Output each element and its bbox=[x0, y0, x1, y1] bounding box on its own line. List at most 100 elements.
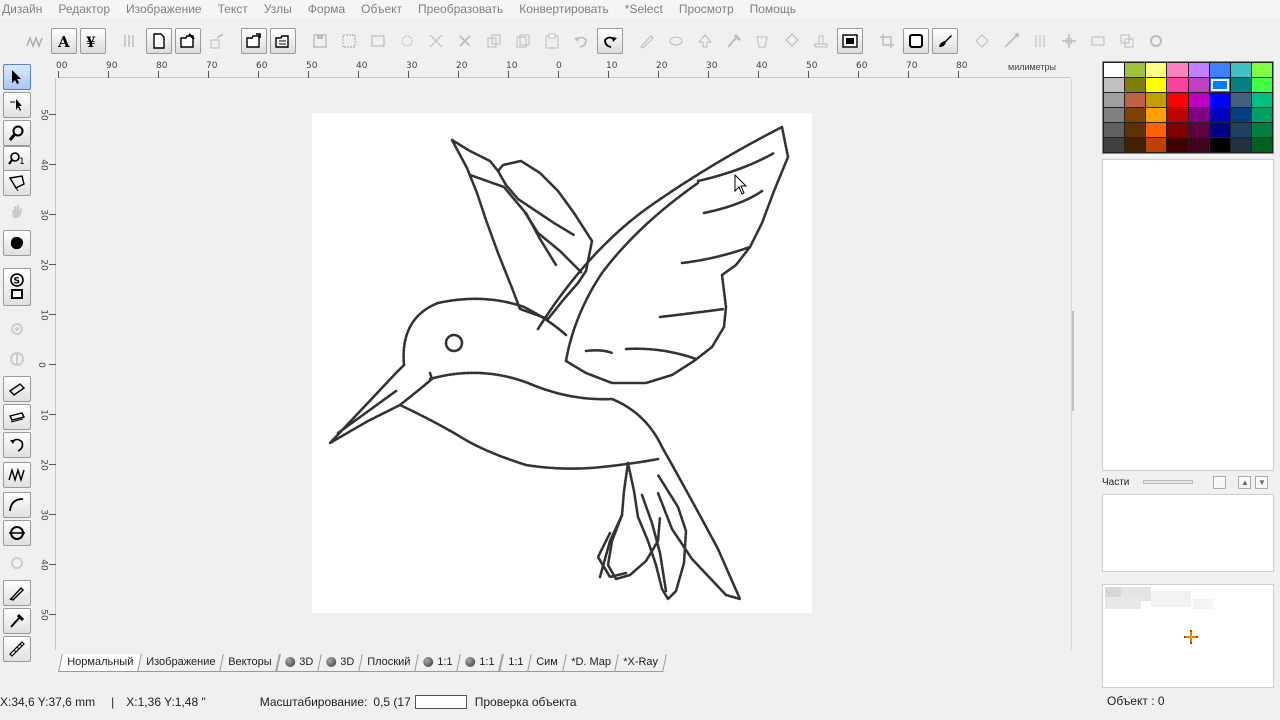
color-swatch[interactable] bbox=[1146, 108, 1167, 122]
tool6-button[interactable] bbox=[1114, 28, 1140, 54]
curve-tool-button[interactable] bbox=[3, 492, 31, 518]
tool3-button[interactable] bbox=[1027, 28, 1053, 54]
parts-up-button[interactable]: ▲ bbox=[1238, 475, 1252, 489]
color-swatch[interactable] bbox=[1125, 138, 1146, 152]
color-swatch[interactable] bbox=[1167, 78, 1188, 92]
color-swatch[interactable] bbox=[1146, 138, 1167, 152]
color-swatch[interactable] bbox=[1209, 138, 1230, 152]
rect-button[interactable] bbox=[365, 28, 391, 54]
vertical-scrollbar[interactable] bbox=[1071, 78, 1097, 650]
menu-item-0[interactable]: Дизайн bbox=[0, 0, 50, 18]
color-swatch[interactable] bbox=[1146, 123, 1167, 137]
tool4-button[interactable] bbox=[1056, 28, 1082, 54]
arrow-up-button[interactable] bbox=[692, 28, 718, 54]
color-swatch[interactable] bbox=[1230, 78, 1251, 92]
export-button[interactable] bbox=[204, 28, 230, 54]
menu-item-7[interactable]: Преобразовать bbox=[410, 0, 511, 18]
menu-item-8[interactable]: Конвертировать bbox=[511, 0, 617, 18]
node-edit-tool-button[interactable] bbox=[3, 92, 31, 118]
color-swatch[interactable] bbox=[1188, 63, 1209, 77]
color-swatch[interactable] bbox=[1125, 78, 1146, 92]
save-button[interactable] bbox=[307, 28, 333, 54]
scrollbar-thumb[interactable] bbox=[1072, 311, 1074, 411]
color-swatch[interactable] bbox=[1251, 63, 1272, 77]
open-file-button[interactable] bbox=[175, 28, 201, 54]
color-swatch[interactable] bbox=[1146, 78, 1167, 92]
vector-text-button[interactable]: ¥ bbox=[80, 28, 106, 54]
color-swatch[interactable] bbox=[1209, 63, 1230, 77]
shape-fill-tool-button[interactable] bbox=[3, 230, 31, 256]
color-swatch[interactable] bbox=[1167, 138, 1188, 152]
color-swatch[interactable] bbox=[1125, 63, 1146, 77]
tab-view-7[interactable]: 1:1 bbox=[456, 654, 504, 672]
tool1-button[interactable] bbox=[969, 28, 995, 54]
tab-view-1[interactable]: Изображение bbox=[137, 654, 225, 672]
zoom-tool-button[interactable] bbox=[3, 120, 31, 146]
color-swatch[interactable] bbox=[1104, 78, 1125, 92]
drawing-canvas[interactable] bbox=[57, 78, 1071, 650]
color-swatch[interactable] bbox=[1230, 108, 1251, 122]
cut-button[interactable] bbox=[452, 28, 478, 54]
undo-button[interactable] bbox=[568, 28, 594, 54]
weld-tool-button[interactable] bbox=[3, 346, 31, 372]
menu-item-2[interactable]: Изображение bbox=[118, 0, 210, 18]
tool5-button[interactable] bbox=[1085, 28, 1111, 54]
parts-list-panel[interactable] bbox=[1102, 159, 1274, 471]
pipette-button[interactable] bbox=[721, 28, 747, 54]
menu-item-11[interactable]: Помощь bbox=[742, 0, 804, 18]
menu-item-6[interactable]: Объект bbox=[353, 0, 410, 18]
color-swatch[interactable] bbox=[1188, 78, 1209, 92]
node-select-button[interactable] bbox=[394, 28, 420, 54]
color-swatch[interactable] bbox=[1146, 93, 1167, 107]
text-a-button[interactable]: A bbox=[51, 28, 77, 54]
color-swatch[interactable] bbox=[1104, 63, 1125, 77]
tab-view-0[interactable]: Нормальный bbox=[58, 654, 143, 672]
color-swatch[interactable] bbox=[1251, 138, 1272, 152]
select-tool-button[interactable] bbox=[3, 64, 31, 90]
hand-tool-button[interactable] bbox=[3, 198, 31, 224]
pen-button[interactable] bbox=[634, 28, 660, 54]
sprocket-tool-button[interactable] bbox=[3, 550, 31, 576]
tool2-button[interactable] bbox=[998, 28, 1024, 54]
menu-item-9[interactable]: *Select bbox=[617, 0, 671, 18]
wave-logo-button[interactable] bbox=[22, 28, 48, 54]
fill-button[interactable] bbox=[750, 28, 776, 54]
color-swatch[interactable] bbox=[1188, 108, 1209, 122]
stamp-button[interactable] bbox=[808, 28, 834, 54]
parts-checkbox[interactable] bbox=[1213, 475, 1227, 489]
color-swatch[interactable] bbox=[1188, 93, 1209, 107]
crop-button[interactable] bbox=[874, 28, 900, 54]
parts-down-button[interactable]: ▼ bbox=[1255, 475, 1269, 489]
color-swatch[interactable] bbox=[1230, 63, 1251, 77]
tab-view-5[interactable]: Плоский bbox=[358, 654, 420, 672]
pen-tool-button[interactable] bbox=[3, 580, 31, 606]
scan-tool-button[interactable]: S bbox=[3, 268, 31, 306]
rotate-tool-button[interactable] bbox=[3, 432, 31, 458]
object-properties-panel[interactable] bbox=[1102, 494, 1274, 572]
tab-view-11[interactable]: *X-Ray bbox=[614, 654, 668, 672]
color-swatch[interactable] bbox=[1104, 108, 1125, 122]
color-swatch[interactable] bbox=[1167, 93, 1188, 107]
pipette-tool-button[interactable] bbox=[3, 608, 31, 634]
tool7-button[interactable] bbox=[1143, 28, 1169, 54]
cross-select-button[interactable] bbox=[423, 28, 449, 54]
menu-item-10[interactable]: Просмотр bbox=[671, 0, 742, 18]
color-swatch[interactable] bbox=[1167, 123, 1188, 137]
color-swatch[interactable] bbox=[1167, 63, 1188, 77]
redo-button[interactable] bbox=[597, 28, 623, 54]
color-swatch[interactable] bbox=[1188, 123, 1209, 137]
copy2-button[interactable] bbox=[510, 28, 536, 54]
color-swatch[interactable] bbox=[1209, 93, 1230, 107]
color-swatch[interactable] bbox=[1146, 63, 1167, 77]
tab-view-4[interactable]: 3D bbox=[317, 654, 363, 672]
menu-item-5[interactable]: Форма bbox=[300, 0, 353, 18]
color-swatch[interactable] bbox=[1230, 123, 1251, 137]
circle-cut-tool-button[interactable] bbox=[3, 520, 31, 546]
eraser-tool-button[interactable] bbox=[3, 376, 31, 402]
zoom-1-tool-button[interactable]: 1 bbox=[3, 146, 31, 172]
zigzag-tool-button[interactable] bbox=[3, 462, 31, 488]
tab-view-3[interactable]: 3D bbox=[275, 654, 322, 672]
paste-button[interactable] bbox=[539, 28, 565, 54]
color-swatch[interactable] bbox=[1209, 108, 1230, 122]
color-swatch[interactable] bbox=[1125, 108, 1146, 122]
